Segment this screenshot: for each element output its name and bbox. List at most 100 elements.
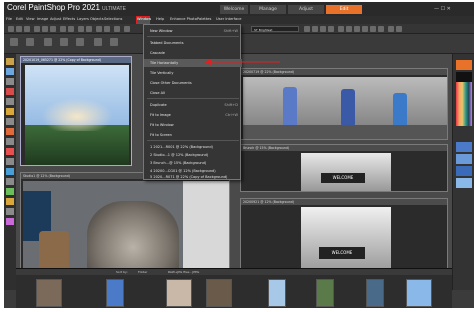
undo-icon[interactable]	[42, 26, 48, 32]
foreground-swatch[interactable]	[456, 60, 472, 70]
pick-tool-icon[interactable]	[6, 58, 14, 65]
layers-icon[interactable]	[338, 26, 344, 32]
menu-item-tile-vertically[interactable]: Tile Vertically	[144, 69, 242, 77]
menu-item-duplicate[interactable]: Duplicate Shift+D	[144, 101, 242, 109]
open-icon[interactable]	[16, 26, 22, 32]
play-icon[interactable]	[304, 26, 310, 32]
menu-item-fit-to-window[interactable]: Fit to Window	[144, 121, 242, 129]
menu-edit[interactable]: Edit	[16, 17, 23, 21]
dodge-tool-icon[interactable]	[6, 218, 14, 225]
menu-item-fit-to-screen[interactable]: Fit to Screen	[144, 131, 242, 139]
document-window-4[interactable]: Brunch @ 15% (Background) WELCOME	[240, 144, 448, 192]
menu-user-interface[interactable]: User Interface	[216, 17, 241, 21]
thumbnail[interactable]	[166, 279, 192, 307]
stop-icon[interactable]	[328, 26, 334, 32]
actual-size-icon[interactable]	[76, 38, 84, 46]
thumbnail-3[interactable]	[456, 166, 472, 176]
menu-image[interactable]: Image	[37, 17, 48, 21]
menu-adjust[interactable]: Adjust	[50, 17, 61, 21]
snap-icon[interactable]	[110, 38, 118, 46]
warp-tool-icon[interactable]	[6, 208, 14, 215]
rotate-icon[interactable]	[78, 26, 84, 32]
tab-welcome[interactable]: Welcome	[220, 5, 248, 14]
crop-icon[interactable]	[60, 26, 66, 32]
menu-item-fit-to-image[interactable]: Fit to Image Ctrl+W	[144, 111, 242, 119]
fill-tool-icon[interactable]	[6, 168, 14, 175]
fit-icon[interactable]	[94, 38, 102, 46]
menu-palettes[interactable]: Palettes	[197, 17, 211, 21]
pen-tool-icon[interactable]	[6, 198, 14, 205]
brush-icon[interactable]	[388, 26, 394, 32]
pan-icon[interactable]	[26, 38, 34, 46]
menu-window[interactable]: Window	[137, 17, 151, 21]
window-controls[interactable]: — ☐ ✕	[434, 6, 451, 12]
dropper-tool-icon[interactable]	[6, 88, 14, 95]
settings-icon[interactable]	[396, 26, 402, 32]
menu-item-close-other-documents[interactable]: Close Other Documents	[144, 79, 242, 87]
flip-icon[interactable]	[86, 26, 92, 32]
tab-manage[interactable]: Manage	[250, 5, 286, 14]
menu-enhance-photo[interactable]: Enhance Photo	[170, 17, 197, 21]
view-icon[interactable]	[104, 26, 110, 32]
new-icon[interactable]	[8, 26, 14, 32]
menu-selections[interactable]: Selections	[104, 17, 122, 21]
menu-objects[interactable]: Objects	[90, 17, 104, 21]
palette-icon[interactable]	[354, 26, 360, 32]
print-icon[interactable]	[34, 26, 40, 32]
red-eye-tool-icon[interactable]	[6, 118, 14, 125]
thumbnail[interactable]	[316, 279, 334, 307]
redo-icon[interactable]	[50, 26, 56, 32]
tab-edit[interactable]: Edit	[326, 5, 362, 14]
paint-brush-tool-icon[interactable]	[6, 148, 14, 155]
save-icon[interactable]	[24, 26, 30, 32]
color-swatches[interactable]	[456, 82, 472, 126]
thumbnail-2[interactable]	[456, 154, 472, 164]
move-tool-icon[interactable]	[6, 68, 14, 75]
eraser-tool-icon[interactable]	[6, 158, 14, 165]
zoom-out-icon[interactable]	[60, 38, 68, 46]
menu-view[interactable]: View	[26, 17, 35, 21]
arrow-icon[interactable]	[124, 26, 130, 32]
record-icon[interactable]	[320, 26, 326, 32]
thumbnail[interactable]	[366, 279, 384, 307]
thumbnail-1[interactable]	[456, 142, 472, 152]
document-window-3[interactable]: 20200719 @ 22% (Background)	[240, 68, 448, 140]
preset-icon[interactable]	[10, 38, 18, 46]
menu-item-close-all[interactable]: Close All	[144, 89, 242, 97]
script-icon[interactable]	[312, 26, 318, 32]
straighten-tool-icon[interactable]	[6, 108, 14, 115]
file-filter[interactable]: RAW+JPG files - JPEG	[168, 270, 199, 274]
shape-tool-icon[interactable]	[6, 188, 14, 195]
thumbnail[interactable]	[268, 279, 286, 307]
menu-layers[interactable]: Layers	[77, 17, 89, 21]
menu-item-new-window[interactable]: New Window Shift+W	[144, 27, 242, 35]
thumbnail[interactable]	[206, 279, 232, 307]
menu-item-doc-5[interactable]: 5 2020...R071 @ 22% (Copy of Background)	[144, 173, 242, 181]
background-swatch[interactable]	[456, 72, 472, 82]
zoom-icon[interactable]	[96, 26, 102, 32]
thumbnail[interactable]	[106, 279, 124, 307]
zoom-in-icon[interactable]	[44, 38, 52, 46]
menu-item-tabbed-documents[interactable]: Tabbed Documents	[144, 39, 242, 47]
menu-effects[interactable]: Effects	[63, 17, 75, 21]
overview-icon[interactable]	[370, 26, 376, 32]
adjust-icon[interactable]	[114, 26, 120, 32]
folder-label[interactable]: Folder	[138, 270, 147, 274]
text-tool-icon[interactable]	[6, 178, 14, 185]
menu-file[interactable]: File	[6, 17, 12, 21]
clone-tool-icon[interactable]	[6, 138, 14, 145]
thumbnail[interactable]	[406, 279, 432, 307]
resize-icon[interactable]	[68, 26, 74, 32]
thumbnail[interactable]	[36, 279, 62, 307]
thumbnail-4[interactable]	[456, 178, 472, 188]
brightness-dropdown[interactable]: ST Brightest	[251, 26, 299, 32]
menu-item-doc-1[interactable]: 1 2021...R001 @ 22% (Background)	[144, 143, 242, 151]
selection-tool-icon[interactable]	[6, 78, 14, 85]
info-icon[interactable]	[378, 26, 384, 32]
document-window-1[interactable]: 20201019_065271 @ 22% (Copy of Backgroun…	[20, 56, 132, 166]
materials-icon[interactable]	[346, 26, 352, 32]
menu-help[interactable]: Help	[156, 17, 164, 21]
histogram-icon[interactable]	[362, 26, 368, 32]
tab-adjust[interactable]: Adjust	[288, 5, 324, 14]
crop-tool-icon[interactable]	[6, 98, 14, 105]
